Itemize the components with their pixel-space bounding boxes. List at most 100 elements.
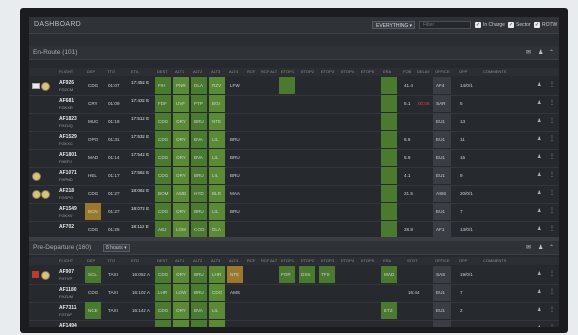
col-tto[interactable]: TTO	[107, 258, 115, 263]
col-dest[interactable]: DEST	[157, 69, 168, 74]
in-charge-checkbox[interactable]: ✓	[475, 22, 481, 28]
en-route-row[interactable]: AF1071 FHPND HEL 01:17 CDG ORY BRU LIL BRU 4.1 EU1…	[29, 167, 559, 186]
col-era[interactable]: ERA	[383, 258, 391, 263]
col-etop4[interactable]: ETOP4	[341, 258, 354, 263]
envelope-icon[interactable]	[32, 83, 40, 89]
envelope-icon[interactable]: ✉	[526, 49, 531, 56]
kebab-menu-icon[interactable]: ⋮	[549, 288, 555, 295]
filter-input[interactable]	[419, 21, 471, 29]
col-fob[interactable]: FOB	[403, 69, 411, 74]
col-rcf[interactable]: RCF	[247, 258, 255, 263]
col-comments[interactable]: COMMENTS	[483, 69, 506, 74]
status-dot-icon[interactable]	[32, 172, 41, 181]
person-icon[interactable]: ♟	[537, 208, 541, 214]
flight-number[interactable]: AF1529	[59, 134, 77, 140]
kebab-menu-icon[interactable]: ⋮	[549, 171, 555, 178]
person-icon[interactable]: ♟	[538, 49, 543, 56]
en-route-row[interactable]: AF926 FGZCM CDG 01:07 FIH PNR DLA RZV LFW 41.4 AF4…	[29, 77, 559, 96]
col-etd[interactable]: ETD	[131, 258, 139, 263]
col-alt3[interactable]: ALT3	[211, 69, 220, 74]
col-rcf-alt[interactable]: RCF ALT	[261, 69, 277, 74]
col-etop2[interactable]: ETOP2	[301, 69, 314, 74]
col-alt2[interactable]: ALT2	[193, 258, 202, 263]
col-etop1[interactable]: ETOP1	[281, 258, 294, 263]
pre-departure-row[interactable]: AF1180 FHZUM CDG TAXI 16:10z A LHR LOW BRU CDG AM…	[29, 284, 559, 303]
col-stot[interactable]: STOT	[407, 258, 418, 263]
col-etop3[interactable]: ETOP3	[321, 258, 334, 263]
view-select[interactable]: EVERYTHING ▾	[372, 21, 415, 29]
en-route-row[interactable]: AF681 FGKXR CRY 01:09 FDF UVF PTP BGI 5.1 00:05 SA…	[29, 95, 559, 114]
kebab-menu-icon[interactable]: ⋮	[549, 225, 555, 232]
hours-select[interactable]: 8 hours ▾	[103, 244, 130, 252]
col-comments[interactable]: COMMENTS	[483, 258, 506, 263]
person-icon[interactable]: ♟	[537, 82, 541, 88]
col-alt4[interactable]: ALT4	[229, 69, 238, 74]
kebab-menu-icon[interactable]: ⋮	[549, 99, 555, 106]
col-office[interactable]: OFFICE	[435, 258, 450, 263]
col-dep[interactable]: DEP	[87, 258, 95, 263]
flight-number[interactable]: AF1823	[59, 116, 77, 122]
person-icon[interactable]: ♟	[537, 190, 541, 196]
en-route-row[interactable]: AF1529 FGKXC OPO 01:31 CDG ORY BVA LIL BRU 6.6 EU1…	[29, 131, 559, 150]
collapse-icon[interactable]: ⌃	[549, 49, 554, 56]
envelope-icon[interactable]: ✉	[526, 244, 531, 251]
col-tto[interactable]: TTO	[107, 69, 115, 74]
flight-number[interactable]: AF1494	[59, 323, 77, 327]
flight-number[interactable]: AF218	[59, 188, 74, 194]
col-dep[interactable]: DEP	[87, 69, 95, 74]
col-etop5[interactable]: ETOP5	[361, 69, 374, 74]
col-office[interactable]: OFFICE	[435, 69, 450, 74]
kebab-menu-icon[interactable]: ⋮	[549, 189, 555, 196]
col-alt1[interactable]: ALT1	[175, 69, 184, 74]
col-etop1[interactable]: ETOP1	[281, 69, 294, 74]
person-icon[interactable]: ♟	[537, 136, 541, 142]
kebab-menu-icon[interactable]: ⋮	[549, 306, 555, 313]
en-route-row[interactable]: AF1823 FHZUQ MUC 01:18 CDG ORY BRU NTE EU1 13 17:5…	[29, 113, 559, 132]
person-icon[interactable]: ♟	[538, 244, 543, 251]
person-icon[interactable]: ♟	[537, 172, 541, 178]
col-eta[interactable]: ETA	[131, 69, 138, 74]
pre-departure-row[interactable]: AF907 FHTVP SCL TAXI 16:05z A CDG ORY BRU LHR NTE…	[29, 266, 559, 285]
kebab-menu-icon[interactable]: ⋮	[549, 324, 555, 327]
status-dot-icon[interactable]	[41, 271, 50, 280]
kebab-menu-icon[interactable]: ⋮	[549, 207, 555, 214]
flight-number[interactable]: AF907	[59, 269, 74, 275]
pre-departure-row[interactable]: AF1494 CDG ORY ♟ ⋮	[29, 320, 559, 327]
col-rcf[interactable]: RCF	[247, 69, 255, 74]
col-alt4[interactable]: ALT4	[229, 258, 238, 263]
rotw-checkbox[interactable]: ✓	[534, 22, 540, 28]
flight-number[interactable]: AF926	[59, 80, 74, 86]
col-etop2[interactable]: ETOP2	[301, 258, 314, 263]
status-dot-icon[interactable]	[41, 82, 50, 91]
status-dot-icon[interactable]	[41, 190, 50, 199]
en-route-row[interactable]: AF218 FGSPG CDG 01:27 BOM AMD HYD BLR MAA 21.5 ASI…	[29, 185, 559, 204]
en-route-row[interactable]: AF1801 FHEPJ MAD 01:14 CDG ORY BVA LIL BRU 5.9 EU1…	[29, 149, 559, 168]
sector-checkbox[interactable]: ✓	[508, 22, 514, 28]
col-etop3[interactable]: ETOP3	[321, 69, 334, 74]
collapse-icon[interactable]: ⌃	[549, 244, 554, 251]
person-icon[interactable]: ♟	[537, 307, 541, 313]
flight-number[interactable]: AF702	[59, 224, 74, 230]
kebab-menu-icon[interactable]: ⋮	[549, 135, 555, 142]
col-era[interactable]: ERA	[383, 69, 391, 74]
kebab-menu-icon[interactable]: ⋮	[549, 270, 555, 277]
alert-icon[interactable]	[32, 271, 39, 278]
col-dest[interactable]: DEST	[157, 258, 168, 263]
flight-number[interactable]: AF1180	[59, 287, 77, 293]
kebab-menu-icon[interactable]: ⋮	[549, 117, 555, 124]
person-icon[interactable]: ♟	[537, 100, 541, 106]
person-icon[interactable]: ♟	[537, 118, 541, 124]
col-etop5[interactable]: ETOP5	[361, 258, 374, 263]
flight-number[interactable]: AF681	[59, 98, 74, 104]
col-delay[interactable]: DELAY	[417, 69, 430, 74]
person-icon[interactable]: ♟	[537, 289, 541, 295]
person-icon[interactable]: ♟	[537, 325, 541, 327]
col-alt1[interactable]: ALT1	[175, 258, 184, 263]
flight-number[interactable]: AF1549	[59, 206, 77, 212]
person-icon[interactable]: ♟	[537, 271, 541, 277]
col-flight[interactable]: FLIGHT	[59, 69, 73, 74]
person-icon[interactable]: ♟	[537, 226, 541, 232]
col-rcf-alt[interactable]: RCF ALT	[261, 258, 277, 263]
flight-number[interactable]: AF7311	[59, 305, 77, 311]
col-opp[interactable]: OPP	[459, 69, 467, 74]
